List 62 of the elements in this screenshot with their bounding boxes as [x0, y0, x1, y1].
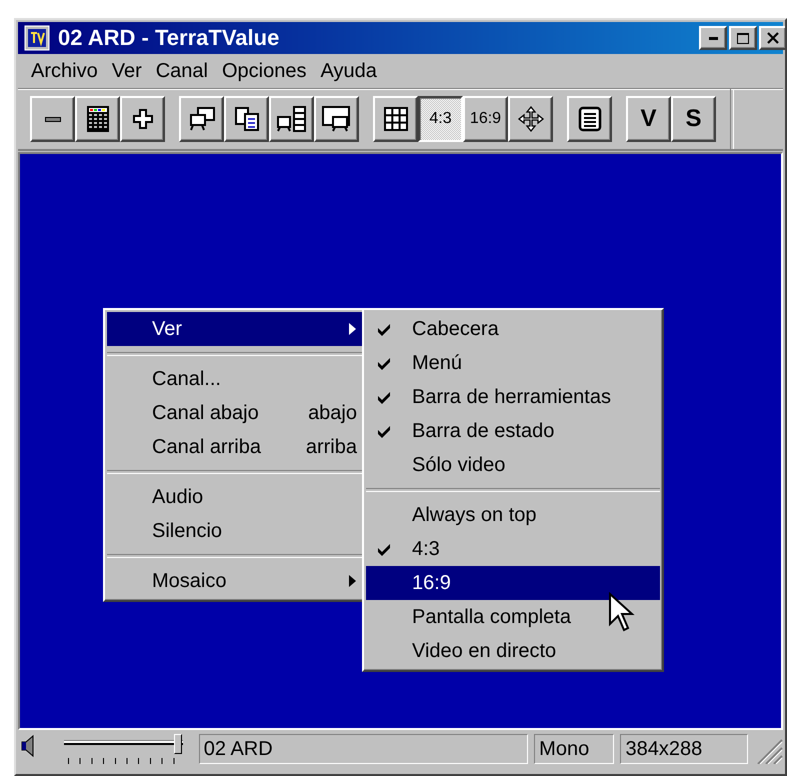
plus-icon	[132, 108, 154, 130]
camera-film-button[interactable]	[269, 96, 314, 142]
menu-item[interactable]: Sólo video	[366, 448, 660, 482]
close-button[interactable]	[759, 26, 785, 50]
menu-item[interactable]: Silencio	[107, 514, 365, 548]
calculator-icon	[84, 105, 110, 133]
screen-camera-icon	[320, 105, 352, 133]
menu-item[interactable]: 4:3	[366, 532, 660, 566]
toolbar-button[interactable]: V	[626, 96, 671, 142]
calculator-button[interactable]	[75, 96, 120, 142]
grid-icon	[382, 106, 408, 132]
shortcut-label: abajo	[308, 402, 357, 424]
toolbar-button[interactable]: 16:9	[463, 96, 508, 142]
menu-item[interactable]: Cabecera	[366, 312, 660, 346]
menu-item[interactable]: Archivo	[24, 60, 105, 82]
windows-button[interactable]	[179, 96, 224, 142]
menu-item[interactable]: Pantalla completa	[366, 600, 660, 634]
minus-icon	[44, 116, 60, 122]
list-button[interactable]	[567, 96, 612, 142]
minimize-button[interactable]	[699, 26, 727, 50]
menu-item[interactable]: Canal arriba arriba	[107, 430, 365, 464]
channel-field: 02 ARD	[198, 734, 528, 764]
toolbar-button[interactable]: S	[671, 96, 716, 142]
screen-camera-button[interactable]	[314, 96, 359, 142]
copy-button[interactable]	[224, 96, 269, 142]
move-arrows-icon	[516, 105, 544, 133]
menu-item[interactable]: Opciones	[215, 60, 314, 82]
maximize-button[interactable]	[729, 26, 757, 50]
menu-item[interactable]: Ver	[107, 312, 365, 346]
menu-item[interactable]: Mosaico	[107, 564, 365, 598]
menu-item[interactable]: Canal...	[107, 362, 365, 396]
shortcut-label: arriba	[306, 436, 357, 458]
minimize-icon	[708, 36, 718, 40]
toolbar-button[interactable]: 4:3	[418, 96, 463, 142]
maximize-icon	[737, 32, 749, 44]
menu-item[interactable]: Barra de estado	[366, 414, 660, 448]
menu-item[interactable]: Always on top	[366, 498, 660, 532]
audio-mode-field: Mono	[534, 734, 614, 764]
menu-item[interactable]: 16:9	[366, 566, 660, 600]
slider-thumb[interactable]	[174, 734, 182, 754]
move-arrows-button[interactable]	[508, 96, 553, 142]
window-title: 02 ARD - TerraTValue	[58, 25, 280, 51]
minus-button[interactable]	[30, 96, 75, 142]
menu-item[interactable]: Ver	[104, 60, 149, 82]
menu-item[interactable]: Barra de herramientas	[366, 380, 660, 414]
app-icon	[24, 25, 50, 51]
volume-slider[interactable]	[64, 734, 183, 764]
menu-item[interactable]: Ayuda	[314, 60, 384, 82]
list-icon	[578, 106, 602, 132]
menu-item[interactable]: Menú	[366, 346, 660, 380]
menu-item[interactable]: Canal abajo abajo	[107, 396, 365, 430]
plus-button[interactable]	[120, 96, 165, 142]
menu-item[interactable]: Canal	[148, 60, 215, 82]
menu-item[interactable]: Audio	[107, 480, 365, 514]
close-icon	[767, 32, 779, 44]
resolution-field: 384x288	[620, 734, 748, 764]
grid-button[interactable]	[373, 96, 418, 142]
menu-item[interactable]: Video en directo	[366, 634, 660, 668]
camera-film-icon	[276, 105, 308, 133]
cursor-icon	[608, 592, 636, 634]
windows-icon	[188, 106, 216, 132]
copy-icon	[232, 106, 260, 132]
